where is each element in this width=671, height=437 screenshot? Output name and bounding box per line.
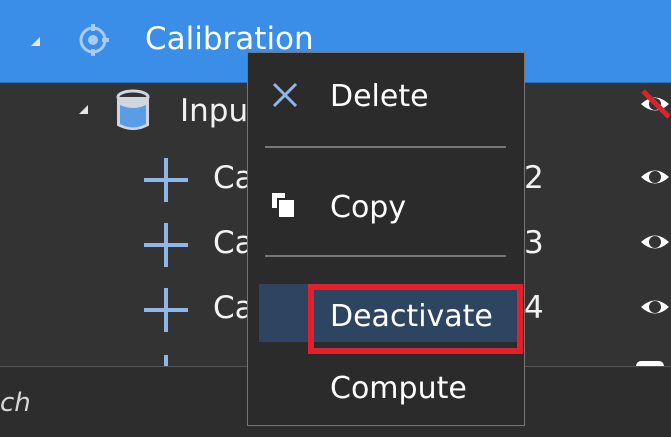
menu-item-copy[interactable]: Copy	[248, 178, 524, 238]
tree-item-suffix: 2	[524, 160, 544, 196]
cross-icon	[144, 158, 188, 202]
hidden-eye-icon[interactable]	[631, 89, 671, 119]
tree-item-suffix: 3	[524, 225, 544, 261]
menu-item-label: Compute	[330, 371, 467, 406]
cylinder-icon	[116, 89, 150, 130]
menu-item-delete[interactable]: Delete	[248, 69, 524, 129]
expand-arrow-icon[interactable]	[31, 37, 40, 46]
highlight-box	[308, 284, 523, 354]
menu-item-label: Copy	[330, 190, 407, 225]
cross-icon	[144, 288, 188, 332]
cross-icon	[164, 355, 168, 366]
menu-separator	[265, 255, 506, 257]
context-menu: Delete Copy Deactivate Compute	[247, 52, 525, 426]
search-text: ch	[0, 388, 31, 418]
eye-icon[interactable]	[631, 292, 671, 322]
eye-icon[interactable]	[631, 162, 671, 192]
tree-item-label: Inpu	[180, 93, 249, 129]
tree-item-suffix: 4	[524, 290, 544, 326]
cross-icon	[144, 223, 188, 267]
menu-separator	[265, 146, 506, 148]
eye-icon[interactable]	[631, 227, 671, 257]
close-icon	[272, 82, 298, 108]
menu-item-label: Delete	[330, 79, 429, 114]
expand-arrow-icon[interactable]	[79, 105, 88, 114]
target-icon	[79, 24, 109, 56]
menu-item-compute[interactable]: Compute	[248, 359, 524, 419]
copy-icon	[272, 193, 296, 219]
